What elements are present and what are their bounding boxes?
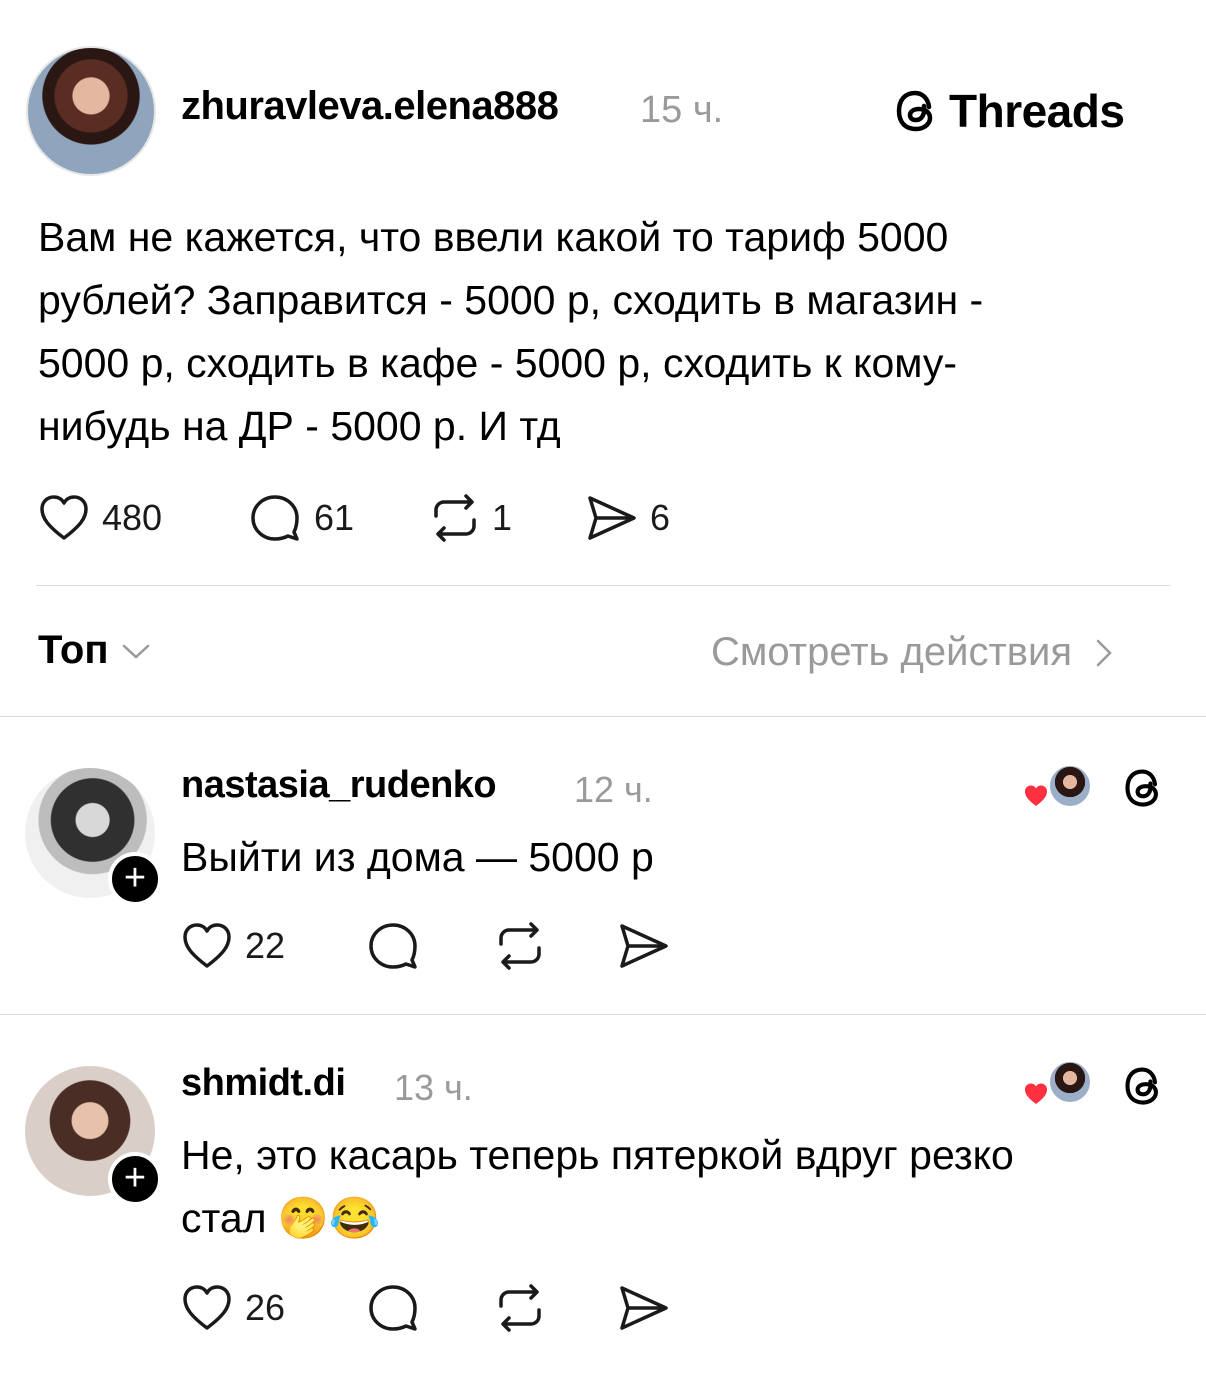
comment-icon (251, 495, 299, 541)
share-count: 6 (650, 497, 671, 538)
comment-icon[interactable] (368, 1284, 418, 1332)
comment-button[interactable]: 61 (250, 494, 354, 542)
post-text: Вам не кажется, что ввели какой то тариф… (38, 206, 1178, 458)
section-divider (0, 716, 1206, 717)
view-activity-link[interactable]: Смотреть действия (711, 630, 1114, 675)
post-text-line: рублей? Заправится - 5000 р, сходить в м… (38, 277, 984, 323)
repost-icon (434, 494, 476, 542)
comment-icon[interactable] (368, 922, 418, 970)
reply-text-line: стал 🤭😂 (181, 1195, 381, 1241)
post-divider (36, 585, 1170, 586)
like-count: 480 (102, 497, 163, 538)
heart-icon (183, 923, 231, 968)
author-avatar[interactable] (26, 46, 156, 176)
share-button[interactable]: 6 (586, 494, 670, 542)
sort-label: Топ (38, 628, 109, 672)
chevron-down-icon (122, 644, 149, 659)
post-text-line: нибудь на ДР - 5000 р. И тд (38, 403, 561, 449)
post-text-line: Вам не кажется, что ввели какой то тариф… (38, 214, 949, 260)
reply-text: Выйти из дома — 5000 р (181, 826, 654, 889)
follow-plus-icon[interactable]: + (108, 1152, 162, 1206)
reply-divider (0, 1014, 1206, 1015)
view-activity-label: Смотреть действия (711, 630, 1073, 674)
repost-count: 1 (492, 497, 513, 538)
author-mini-avatar (1048, 764, 1092, 808)
like-button[interactable]: 26 (181, 1284, 285, 1332)
like-button[interactable]: 480 (38, 494, 162, 542)
repost-icon[interactable] (493, 1284, 547, 1332)
reply-text-line: Выйти из дома — 5000 р (181, 834, 654, 880)
comment-count: 61 (314, 497, 355, 538)
threads-logo-icon (1125, 769, 1158, 807)
threads-logo-icon (896, 90, 933, 132)
like-button[interactable]: 22 (181, 922, 285, 970)
threads-brand: Threads (893, 84, 1125, 138)
author-username[interactable]: zhuravleva.elena888 (181, 84, 559, 129)
like-count: 26 (245, 1287, 286, 1328)
chevron-right-icon (1096, 639, 1112, 666)
reply-username[interactable]: shmidt.di (181, 1062, 346, 1105)
author-liked-indicator (1024, 764, 1094, 812)
send-icon[interactable] (618, 922, 670, 970)
like-count: 22 (245, 925, 286, 966)
liked-heart-icon (1025, 1083, 1047, 1104)
repost-icon[interactable] (493, 922, 547, 970)
threads-logo-icon (1125, 1067, 1158, 1105)
reply-text: Не, это касарь теперь пятеркой вдруг рез… (181, 1124, 1181, 1250)
reply-time: 13 ч. (394, 1067, 473, 1108)
sort-dropdown[interactable]: Топ (38, 628, 151, 673)
liked-heart-icon (1025, 785, 1047, 806)
reply-time: 12 ч. (574, 769, 653, 810)
repost-button[interactable]: 1 (428, 494, 512, 542)
post-text-line: 5000 р, сходить в кафе - 5000 р, сходить… (38, 340, 958, 386)
reply-username[interactable]: nastasia_rudenko (181, 764, 497, 807)
author-mini-avatar (1048, 1060, 1092, 1104)
send-icon[interactable] (618, 1284, 670, 1332)
reply-text-line: Не, это касарь теперь пятеркой вдруг рез… (181, 1132, 1014, 1178)
send-icon (588, 496, 636, 540)
author-liked-indicator (1024, 1060, 1094, 1108)
post-time: 15 ч. (640, 89, 724, 131)
heart-icon (183, 1285, 231, 1330)
heart-icon (40, 495, 88, 540)
threads-brand-label: Threads (949, 85, 1125, 137)
follow-plus-icon[interactable]: + (108, 852, 162, 906)
